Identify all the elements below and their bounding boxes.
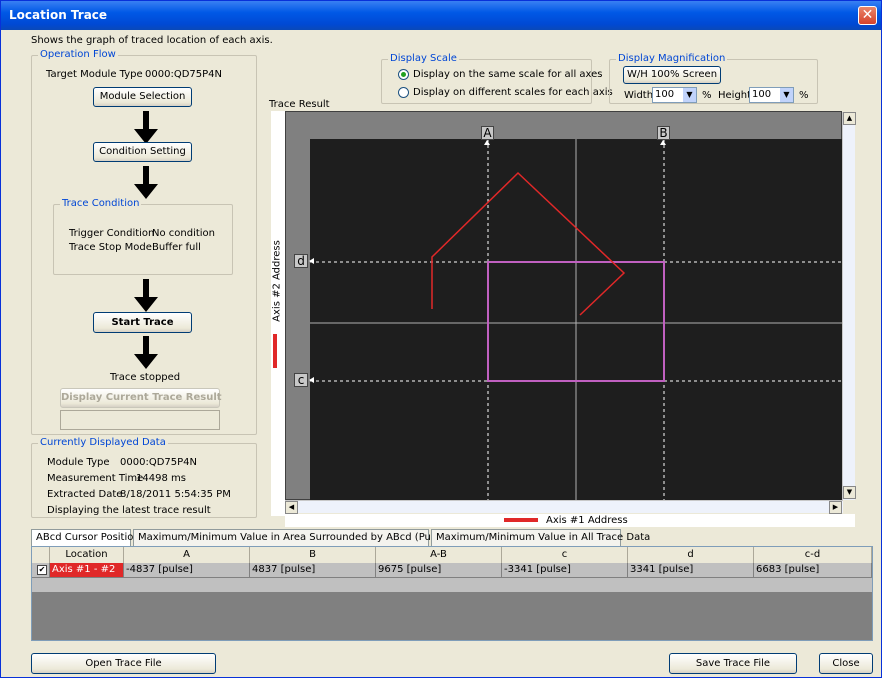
width-label: Width (624, 90, 654, 101)
plot-vertical-scrollbar[interactable]: ▲ ▼ (842, 112, 856, 500)
same-scale-label: Display on the same scale for all axes (413, 69, 603, 80)
row-a-cell: -4837 [pulse] (124, 563, 250, 578)
height-label: Height (718, 90, 752, 101)
open-trace-file-button[interactable]: Open Trace File (31, 653, 216, 674)
cursor-b-marker[interactable]: B (657, 126, 670, 140)
display-current-trace-result-button[interactable]: Display Current Trace Result (60, 388, 222, 408)
y-axis-label: Axis #2 Address (271, 240, 283, 322)
table-header-location: Location (50, 547, 124, 563)
y-axis-legend-swatch (273, 334, 277, 368)
tab-max-min-purple-box[interactable]: Maximum/Minimum Value in Area Surrounded… (133, 529, 476, 546)
different-scale-radio[interactable] (398, 87, 409, 98)
chevron-down-icon[interactable]: ▼ (780, 88, 793, 102)
window-title: Location Trace (9, 8, 108, 22)
trace-condition-legend: Trace Condition (60, 198, 142, 209)
currently-displayed-data-legend: Currently Displayed Data (38, 437, 168, 448)
condition-setting-button[interactable]: Condition Setting (93, 142, 192, 162)
close-window-button[interactable]: ✕ (858, 6, 877, 25)
table-header-a-minus-b: A-B (376, 547, 502, 563)
extracted-date-label: Extracted Date (47, 489, 123, 500)
row-d-cell: 3341 [pulse] (628, 563, 754, 578)
trace-status-text: Trace stopped (110, 372, 181, 383)
measurement-time-value: 14498 ms (136, 473, 186, 484)
table-row[interactable]: ✔ Axis #1 - #2 -4837 [pulse] 4837 [pulse… (32, 563, 872, 578)
module-type-label: Module Type (47, 457, 110, 468)
trace-plot-area[interactable] (310, 139, 843, 501)
trace-progress-box (60, 410, 220, 430)
cursor-position-table: Location A B A-B c d c-d ✔ Axis #1 - #2 … (31, 546, 873, 641)
wh-100-screen-button[interactable]: W/H 100% Screen (623, 66, 721, 84)
displaying-note: Displaying the latest trace result (47, 505, 211, 516)
measurement-time-label: Measurement Time (47, 473, 144, 484)
trace-plot-svg (310, 139, 843, 501)
row-check-cell: ✔ (32, 563, 50, 578)
different-scale-label: Display on different scales for each axi… (413, 87, 613, 98)
trace-stop-mode-label: Trace Stop Mode (69, 242, 152, 253)
display-scale-legend: Display Scale (388, 53, 459, 64)
extracted-date-value: 8/18/2011 5:54:35 PM (120, 489, 231, 500)
row-a-minus-b-cell: 9675 [pulse] (376, 563, 502, 578)
table-header-b: B (250, 547, 376, 563)
operation-flow-legend: Operation Flow (38, 49, 118, 60)
table-header-d: d (628, 547, 754, 563)
tab-abcd-cursor-position[interactable]: ABcd Cursor Position (31, 529, 140, 547)
width-select-value: 100 (655, 89, 675, 100)
trace-result-title: Trace Result (269, 99, 330, 110)
row-c-minus-d-cell: 6683 [pulse] (754, 563, 872, 578)
trace-condition-group: Trace Condition (53, 198, 233, 275)
module-type-value: 0000:QD75P4N (120, 457, 197, 468)
cursor-c-marker[interactable]: c (294, 373, 308, 387)
plot-horizontal-scrollbar[interactable]: ◀ ▶ (285, 500, 843, 514)
module-selection-button[interactable]: Module Selection (93, 87, 192, 107)
trigger-condition-label: Trigger Condition (69, 228, 155, 239)
title-bar: Location Trace ✕ (1, 1, 881, 30)
location-trace-window: Location Trace ✕ Shows the graph of trac… (0, 0, 882, 678)
row-checkbox[interactable]: ✔ (37, 565, 47, 575)
description-text: Shows the graph of traced location of ea… (31, 35, 273, 46)
trace-path (431, 171, 626, 316)
table-header: Location A B A-B c d c-d (32, 547, 872, 563)
height-select-value: 100 (752, 89, 772, 100)
trigger-condition-value: No condition (152, 228, 216, 239)
cursor-d-marker[interactable]: d (294, 254, 308, 268)
trace-stop-mode-value: Buffer full (152, 242, 201, 253)
x-axis-legend-swatch (504, 518, 538, 522)
table-header-a: A (124, 547, 250, 563)
x-axis-label: Axis #1 Address (546, 515, 628, 526)
height-select[interactable]: 100 ▼ (749, 87, 794, 103)
table-empty-row (32, 578, 872, 592)
cursor-a-arrow-icon (484, 140, 490, 145)
target-module-value: 0000:QD75P4N (145, 69, 222, 80)
trace-plot-frame: A B d c (285, 111, 843, 501)
row-b-cell: 4837 [pulse] (250, 563, 376, 578)
display-magnification-legend: Display Magnification (616, 53, 728, 64)
scroll-right-icon[interactable]: ▶ (829, 501, 842, 514)
save-trace-file-button[interactable]: Save Trace File (669, 653, 797, 674)
cursor-c-arrow-icon (309, 377, 314, 383)
chevron-down-icon[interactable]: ▼ (683, 88, 696, 102)
row-location-cell: Axis #1 - #2 (50, 563, 124, 578)
width-select[interactable]: 100 ▼ (652, 87, 697, 103)
cursor-a-marker[interactable]: A (481, 126, 494, 140)
table-header-check (32, 547, 50, 563)
cursor-b-arrow-icon (660, 140, 666, 145)
close-button[interactable]: Close (819, 653, 873, 674)
down-arrow-icon (134, 166, 158, 199)
table-header-c: c (502, 547, 628, 563)
width-unit: % (702, 90, 712, 101)
down-arrow-icon (134, 279, 158, 312)
scroll-up-icon[interactable]: ▲ (843, 112, 856, 125)
height-unit: % (799, 90, 809, 101)
scroll-left-icon[interactable]: ◀ (285, 501, 298, 514)
cursor-d-arrow-icon (309, 258, 314, 264)
scroll-down-icon[interactable]: ▼ (843, 486, 856, 499)
tab-max-min-all-trace[interactable]: Maximum/Minimum Value in All Trace Data (431, 529, 650, 546)
row-c-cell: -3341 [pulse] (502, 563, 628, 578)
table-header-c-minus-d: c-d (754, 547, 872, 563)
same-scale-radio[interactable] (398, 69, 409, 80)
start-trace-button[interactable]: Start Trace (93, 312, 192, 333)
down-arrow-icon (134, 336, 158, 369)
target-module-label: Target Module Type (46, 69, 143, 80)
